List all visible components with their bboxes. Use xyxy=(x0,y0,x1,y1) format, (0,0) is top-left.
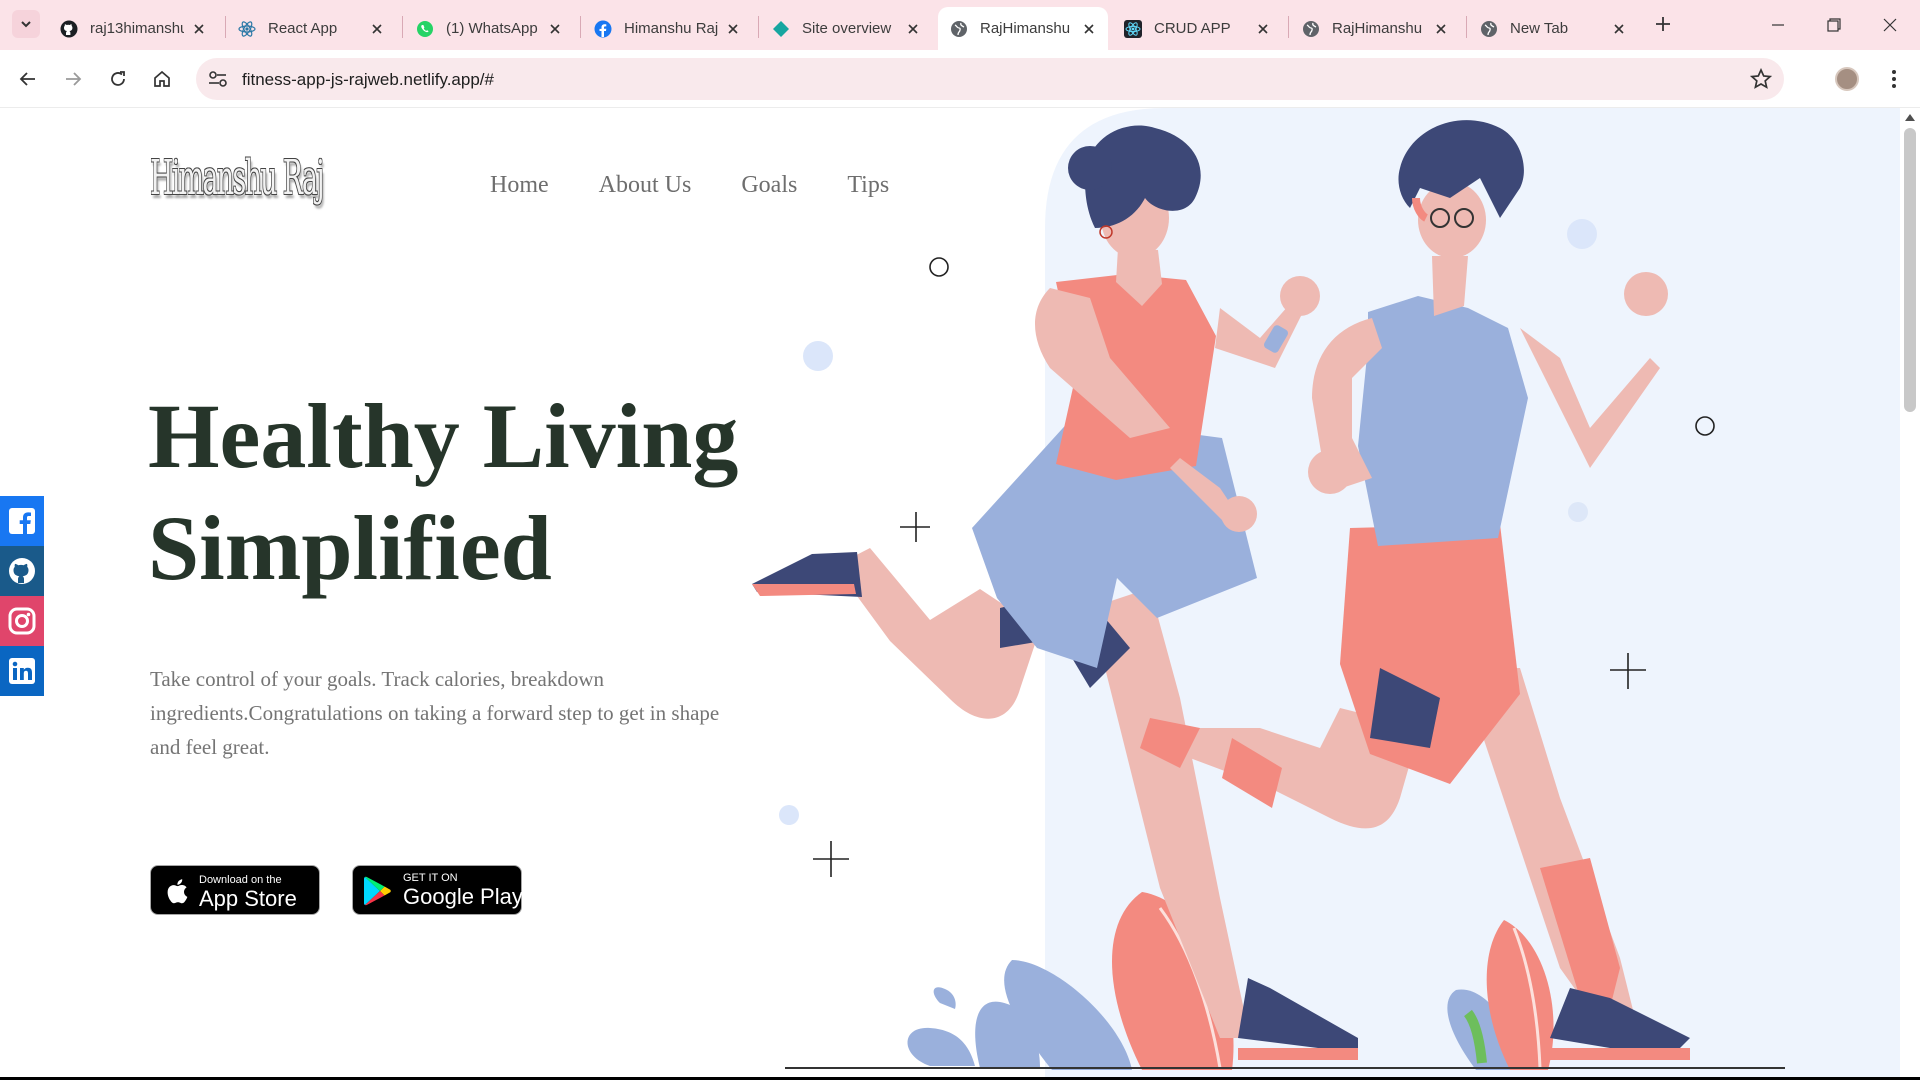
close-icon xyxy=(1883,18,1897,32)
running-couple-illustration xyxy=(752,108,1900,1080)
react-icon xyxy=(238,20,256,38)
close-icon[interactable] xyxy=(368,20,386,38)
scroll-up-arrow[interactable] xyxy=(1905,114,1915,121)
chevron-down-icon xyxy=(21,21,31,28)
dot-decoration xyxy=(803,341,833,371)
close-icon[interactable] xyxy=(190,20,208,38)
facebook-icon xyxy=(9,508,35,534)
bookmark-star-icon[interactable] xyxy=(1750,68,1772,90)
tab-title: New Tab xyxy=(1510,20,1569,37)
address-bar[interactable]: fitness-app-js-rajweb.netlify.app/# xyxy=(196,58,1784,100)
google-play-icon xyxy=(364,876,391,906)
arrow-left-icon xyxy=(19,72,35,86)
site-info-icon[interactable] xyxy=(206,68,230,90)
tab-strip: raj13himanshu React App (1) WhatsApp Him… xyxy=(0,0,1920,50)
tab-react-app[interactable]: React App xyxy=(226,7,396,50)
github-icon xyxy=(9,558,35,584)
tab-rajhimanshu[interactable]: RajHimanshu xyxy=(1290,7,1460,50)
hero-description: Take control of your goals. Track calori… xyxy=(150,667,720,759)
netlify-icon xyxy=(772,20,790,38)
back-button[interactable] xyxy=(13,64,43,94)
site-logo[interactable]: Himanshu Raj xyxy=(150,150,325,206)
ring-decoration xyxy=(929,257,949,277)
close-icon[interactable] xyxy=(1610,20,1628,38)
tab-site-overview[interactable]: Site overview xyxy=(760,7,932,50)
apple-icon xyxy=(167,879,188,904)
globe-icon xyxy=(1302,20,1320,38)
tab-crud-app[interactable]: CRUD APP xyxy=(1112,7,1282,50)
react-icon xyxy=(1124,19,1142,38)
app-store-button[interactable]: Download on the App Store xyxy=(150,865,320,915)
forward-button[interactable] xyxy=(58,64,88,94)
more-vertical-icon xyxy=(1892,70,1896,88)
url-text[interactable]: fitness-app-js-rajweb.netlify.app/# xyxy=(242,70,494,90)
tab-title: React App xyxy=(268,20,338,37)
minimize-icon xyxy=(1772,24,1784,26)
tab-facebook[interactable]: Himanshu Raj xyxy=(582,7,752,50)
close-icon[interactable] xyxy=(1080,20,1098,38)
tab-search-button[interactable] xyxy=(12,10,40,38)
dot-decoration xyxy=(1568,502,1588,522)
tab-whatsapp[interactable]: (1) WhatsApp xyxy=(404,7,574,50)
minimize-button[interactable] xyxy=(1758,10,1798,40)
tab-new-tab[interactable]: New Tab xyxy=(1468,7,1638,50)
instagram-link[interactable] xyxy=(0,596,44,646)
page-scrollbar[interactable] xyxy=(1900,108,1920,1080)
social-sidebar xyxy=(0,496,44,696)
tab-title: CRUD APP xyxy=(1154,20,1231,37)
facebook-link[interactable] xyxy=(0,496,44,546)
arrow-right-icon xyxy=(66,72,82,86)
restore-button[interactable] xyxy=(1814,10,1854,40)
home-icon xyxy=(154,70,170,87)
reload-icon xyxy=(111,71,125,86)
close-window-button[interactable] xyxy=(1870,10,1910,40)
facebook-icon xyxy=(594,20,612,38)
close-icon[interactable] xyxy=(1432,20,1450,38)
page-viewport: Himanshu Raj Home About Us Goals Tips He… xyxy=(0,108,1920,1080)
tab-title: Site overview xyxy=(802,20,892,37)
profile-avatar[interactable] xyxy=(1835,67,1859,91)
tab-title: raj13himanshu xyxy=(90,20,184,37)
tab-title: RajHimanshu xyxy=(1332,20,1423,37)
github-icon xyxy=(60,20,78,38)
close-icon[interactable] xyxy=(1254,20,1272,38)
instagram-icon xyxy=(8,607,36,635)
browser-toolbar: fitness-app-js-rajweb.netlify.app/# xyxy=(0,50,1920,108)
google-play-small-text: GET IT ON xyxy=(403,872,458,884)
close-icon[interactable] xyxy=(724,20,742,38)
app-store-big-text: App Store xyxy=(199,886,297,911)
tab-rajhimanshu-active[interactable]: RajHimanshu xyxy=(938,7,1108,50)
globe-icon xyxy=(950,20,968,38)
google-play-button[interactable]: GET IT ON Google Play xyxy=(352,865,523,915)
linkedin-link[interactable] xyxy=(0,646,44,696)
browser-menu-button[interactable] xyxy=(1884,65,1904,93)
globe-icon xyxy=(1480,20,1498,38)
dot-decoration xyxy=(779,805,799,825)
reload-button[interactable] xyxy=(103,64,133,94)
close-icon[interactable] xyxy=(904,20,922,38)
tab-github[interactable]: raj13himanshu xyxy=(48,7,218,50)
tab-title: (1) WhatsApp xyxy=(446,20,538,37)
tab-title: Himanshu Raj xyxy=(624,20,718,37)
nav-about-us[interactable]: About Us xyxy=(599,172,692,199)
new-tab-button[interactable] xyxy=(1650,11,1676,37)
home-button[interactable] xyxy=(147,64,177,94)
scrollbar-thumb[interactable] xyxy=(1904,128,1916,412)
tab-title: RajHimanshu xyxy=(980,20,1071,37)
google-play-big-text: Google Play xyxy=(403,884,523,909)
linkedin-icon xyxy=(9,658,35,684)
plus-icon xyxy=(1656,17,1670,31)
whatsapp-icon xyxy=(416,20,434,38)
close-icon[interactable] xyxy=(546,20,564,38)
restore-icon xyxy=(1827,18,1841,32)
app-store-small-text: Download on the xyxy=(199,874,282,886)
dot-decoration xyxy=(1567,219,1597,249)
github-link[interactable] xyxy=(0,546,44,596)
nav-home[interactable]: Home xyxy=(490,172,549,199)
